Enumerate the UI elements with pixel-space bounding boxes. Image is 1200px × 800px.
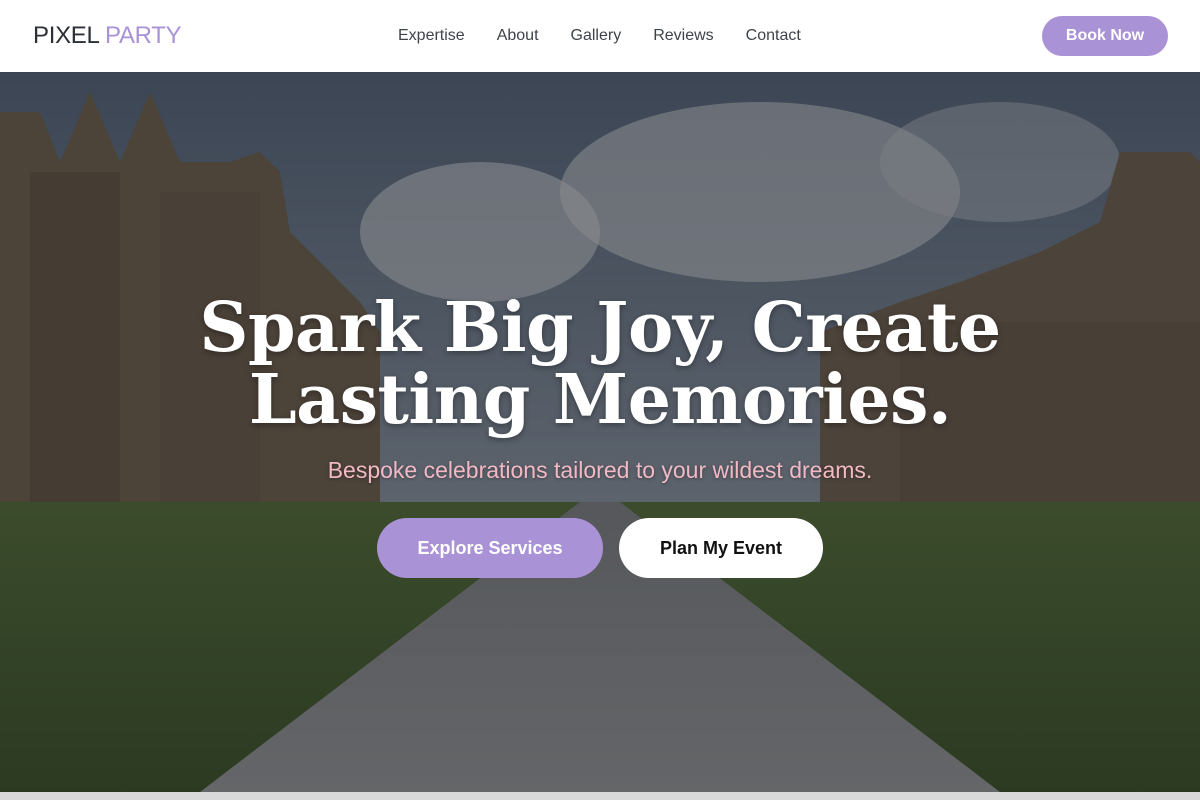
hero-headline-line-2: Lasting Memories. bbox=[248, 360, 952, 440]
page-bottom-edge bbox=[0, 792, 1200, 800]
plan-my-event-button[interactable]: Plan My Event bbox=[619, 518, 823, 578]
hero-section: Spark Big Joy, Create Lasting Memories. … bbox=[0, 72, 1200, 792]
book-now-button[interactable]: Book Now bbox=[1042, 16, 1168, 56]
nav-link-expertise[interactable]: Expertise bbox=[382, 0, 481, 72]
explore-services-button[interactable]: Explore Services bbox=[377, 518, 603, 578]
brand-logo[interactable]: PIXEL PARTY bbox=[33, 22, 182, 50]
nav-link-contact[interactable]: Contact bbox=[730, 0, 817, 72]
logo-word-pixel: PIXEL bbox=[33, 22, 99, 49]
nav-link-reviews[interactable]: Reviews bbox=[637, 0, 729, 72]
site-header: PIXEL PARTY Expertise About Gallery Revi… bbox=[0, 0, 1200, 72]
logo-word-party: PARTY bbox=[105, 22, 182, 49]
main-nav: Expertise About Gallery Reviews Contact bbox=[382, 0, 817, 72]
hero-headline-line-1: Spark Big Joy, Create bbox=[199, 288, 1001, 368]
nav-link-gallery[interactable]: Gallery bbox=[555, 0, 638, 72]
hero-headline: Spark Big Joy, Create Lasting Memories. bbox=[100, 292, 1100, 436]
nav-link-about[interactable]: About bbox=[481, 0, 555, 72]
hero-subheadline: Bespoke celebrations tailored to your wi… bbox=[327, 457, 873, 483]
